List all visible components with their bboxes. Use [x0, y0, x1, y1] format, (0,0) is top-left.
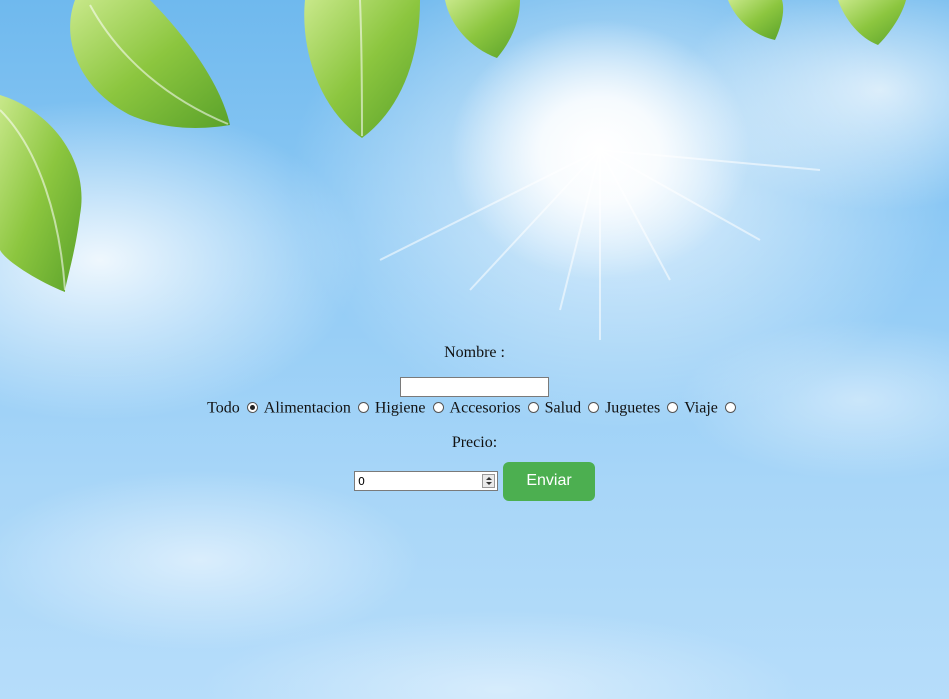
leaf-left — [0, 95, 82, 292]
spin-down-icon[interactable] — [486, 482, 492, 485]
nombre-input[interactable] — [400, 377, 549, 397]
precio-value: 0 — [358, 475, 365, 488]
precio-input[interactable]: 0 — [354, 471, 498, 491]
radio-todo[interactable] — [246, 401, 258, 413]
leaf-top-center — [304, 0, 420, 138]
category-label-juguetes: Juguetes — [605, 399, 661, 417]
precio-label: Precio: — [451, 434, 498, 451]
price-row: 0 Enviar — [0, 461, 949, 501]
leaf-top-right-1 — [728, 0, 784, 40]
search-form: Nombre : Todo Alimentacion Higiene Accesori… — [0, 340, 949, 501]
radio-accesorios[interactable] — [527, 401, 539, 413]
radio-higiene[interactable] — [432, 401, 444, 413]
radio-salud[interactable] — [588, 401, 600, 413]
nombre-label: Nombre : — [444, 344, 505, 361]
radio-juguetes[interactable] — [667, 401, 679, 413]
spin-up-icon[interactable] — [486, 477, 492, 480]
category-label-higiene: Higiene — [374, 399, 426, 417]
category-label-todo: Todo — [207, 399, 240, 417]
category-radio-group: Todo Alimentacion Higiene Accesorios Salud Ju… — [0, 398, 949, 418]
leaf-top-left — [70, 0, 230, 128]
category-label-viaje: Viaje — [684, 399, 718, 417]
category-label-salud: Salud — [544, 399, 582, 417]
enviar-button[interactable]: Enviar — [503, 461, 595, 501]
radio-viaje[interactable] — [724, 401, 736, 413]
leaf-top-small — [445, 0, 520, 58]
category-label-alimentacion: Alimentacion — [263, 399, 351, 417]
radio-alimentacion[interactable] — [357, 401, 369, 413]
category-label-accesorios: Accesorios — [449, 399, 521, 417]
leaf-top-right-2 — [838, 0, 906, 45]
number-spinner[interactable] — [482, 474, 495, 488]
